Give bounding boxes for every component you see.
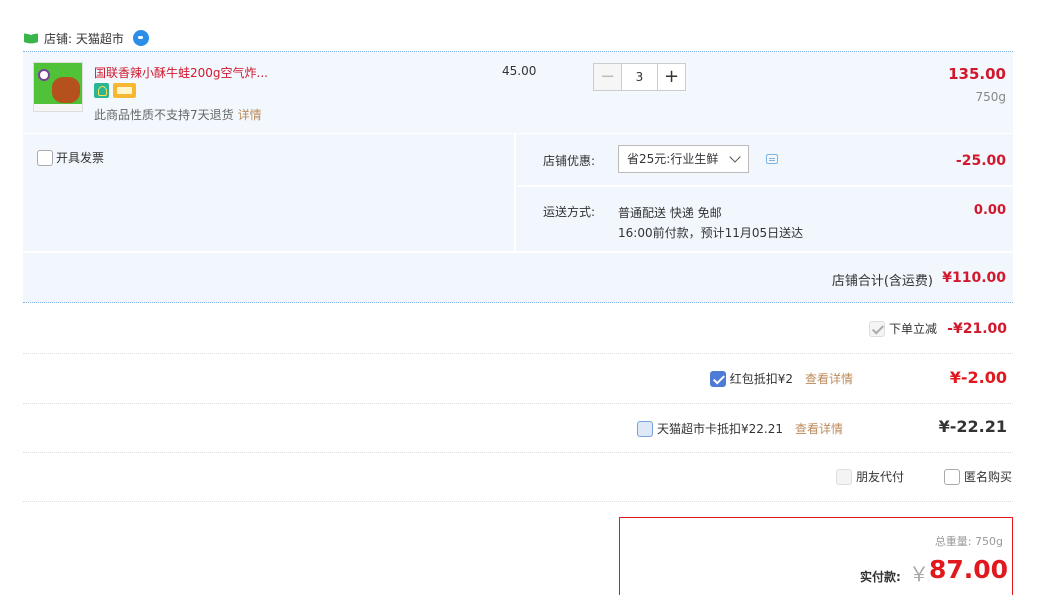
supermarket-card-label: 天猫超市卡抵扣¥22.21 xyxy=(656,422,783,436)
line-weight: 750g xyxy=(975,90,1006,104)
shop-header: 店铺: 天猫超市 xyxy=(24,28,149,48)
friend-pay-label: 朋友代付 xyxy=(855,470,904,484)
instant-discount-amount: -¥21.00 xyxy=(947,321,1007,337)
instant-discount-option: 下单立减 xyxy=(868,320,937,337)
red-packet-amount: ¥-2.00 xyxy=(949,368,1007,387)
product-thumbnail[interactable] xyxy=(33,62,83,112)
supermarket-card-details-link[interactable]: 查看详情 xyxy=(795,420,843,437)
return-policy-text: 此商品性质不支持7天退货 xyxy=(94,108,234,122)
extra-options-row: 朋友代付 匿名购买 xyxy=(23,453,1013,502)
message-icon[interactable] xyxy=(766,154,778,164)
wangwang-chat-icon[interactable] xyxy=(132,30,149,46)
supermarket-card-row: 天猫超市卡抵扣¥22.21 查看详情 ¥-22.21 xyxy=(23,404,1013,453)
quantity-input[interactable]: 3 xyxy=(621,63,658,91)
payment-amount: 87.00 xyxy=(929,555,1009,584)
invoice-area: 开具发票 xyxy=(23,134,516,251)
shop-subtotal-amount: ¥110.00 xyxy=(942,270,1006,286)
instant-discount-label: 下单立减 xyxy=(888,322,937,336)
shop-name[interactable]: 店铺: 天猫超市 xyxy=(44,30,124,47)
return-policy-note: 此商品性质不支持7天退货 详情 xyxy=(94,106,262,123)
quantity-stepper: − 3 + xyxy=(593,63,686,91)
product-name-link[interactable]: 国联香辣小酥牛蛙200g空气炸... xyxy=(94,64,268,81)
unit-price: 45.00 xyxy=(502,64,537,78)
shop-discount-selected: 省25元:行业生鲜 xyxy=(627,152,719,166)
invoice-label: 开具发票 xyxy=(56,151,105,165)
shop-subtotal-label: 店铺合计(含运费) xyxy=(831,274,933,289)
shop-discount-select[interactable]: 省25元:行业生鲜 xyxy=(618,145,749,173)
red-packet-row: 红包抵扣¥2 查看详情 ¥-2.00 xyxy=(23,354,1013,404)
order-panel: 国联香辣小酥牛蛙200g空气炸... 此商品性质不支持7天退货 详情 45.00 … xyxy=(23,51,1013,303)
service-badges xyxy=(94,83,136,98)
shipping-label: 运送方式: xyxy=(543,205,596,219)
friend-pay-option: 朋友代付 xyxy=(835,468,904,485)
red-packet-option[interactable]: 红包抵扣¥2 查看详情 xyxy=(709,370,853,387)
payment-summary: 总重量: 750g 实付款: ￥ 87.00 xyxy=(619,517,1013,595)
order-item-row: 国联香辣小酥牛蛙200g空气炸... 此商品性质不支持7天退货 详情 45.00 … xyxy=(23,52,1013,134)
shop-subtotal-row: 店铺合计(含运费) ¥110.00 xyxy=(23,251,1013,303)
guarantee-badge-icon[interactable] xyxy=(94,83,109,98)
red-packet-checkbox[interactable] xyxy=(709,370,726,387)
delivery-estimate: 16:00前付款，预计11月05日送达 xyxy=(618,226,804,240)
chevron-down-icon xyxy=(729,151,741,163)
return-policy-details-link[interactable]: 详情 xyxy=(238,108,262,122)
anonymous-purchase-checkbox[interactable] xyxy=(943,468,960,485)
supermarket-card-amount: ¥-22.21 xyxy=(938,417,1007,436)
payment-label: 实付款: xyxy=(860,570,901,584)
shipping-row: 运送方式: 普通配送 快递 免邮 16:00前付款，预计11月05日送达 0.0… xyxy=(518,187,1013,251)
shop-discount-row: 店铺优惠: 省25元:行业生鲜 -25.00 xyxy=(518,134,1013,187)
supermarket-card-checkbox[interactable] xyxy=(636,420,653,437)
shipping-details: 普通配送 快递 免邮 16:00前付款，预计11月05日送达 xyxy=(618,203,803,243)
supermarket-card-option[interactable]: 天猫超市卡抵扣¥22.21 查看详情 xyxy=(636,420,843,437)
instant-discount-row: 下单立减 -¥21.00 xyxy=(23,304,1013,354)
line-total: 135.00 xyxy=(948,65,1006,83)
anonymous-purchase-option[interactable]: 匿名购买 xyxy=(943,468,1012,485)
red-packet-details-link[interactable]: 查看详情 xyxy=(805,370,853,387)
red-packet-label: 红包抵扣¥2 xyxy=(729,372,793,386)
shop-discount-label: 店铺优惠: xyxy=(543,154,596,168)
shipping-amount: 0.00 xyxy=(973,203,1006,218)
card-payment-badge-icon[interactable] xyxy=(113,83,136,98)
tmall-shop-icon xyxy=(24,33,38,44)
instant-discount-checkbox xyxy=(868,320,885,337)
total-weight: 总重量: 750g xyxy=(934,535,1003,548)
shipping-method: 普通配送 快递 免邮 xyxy=(618,206,722,220)
quantity-decrease-button[interactable]: − xyxy=(593,63,622,91)
friend-pay-checkbox xyxy=(835,468,852,485)
invoice-option[interactable]: 开具发票 xyxy=(37,149,104,166)
shop-discount-amount: -25.00 xyxy=(955,153,1006,169)
currency-symbol: ￥ xyxy=(909,562,929,586)
invoice-checkbox[interactable] xyxy=(37,149,53,166)
quantity-increase-button[interactable]: + xyxy=(657,63,686,91)
anonymous-purchase-label: 匿名购买 xyxy=(963,470,1012,484)
